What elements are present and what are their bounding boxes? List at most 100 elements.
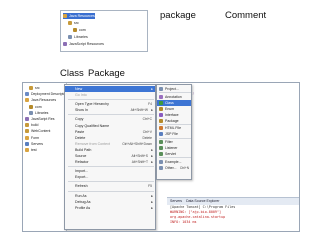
menu-item-remove-from-context[interactable]: Remove from Context Ctrl+Alt+Shift+Down bbox=[65, 141, 155, 147]
console-tab[interactable]: Servers bbox=[170, 198, 182, 205]
folder-icon bbox=[68, 21, 72, 25]
menu-item-show-in[interactable]: Show In Alt+Shift+W ▸ bbox=[65, 107, 155, 113]
submenu-arrow-icon: ▸ bbox=[151, 193, 153, 198]
jsp-file-icon bbox=[159, 132, 163, 137]
tree-item[interactable]: src bbox=[25, 85, 40, 91]
menu-item-copy[interactable]: Copy Ctrl+C bbox=[65, 116, 155, 122]
submenu-item-label: Project... bbox=[165, 87, 179, 91]
menu-item-new[interactable]: New ▸ bbox=[65, 86, 155, 92]
menu-item-label: Show In bbox=[75, 108, 88, 113]
project-explorer: src Deployment Descriptor Java Resources co… bbox=[23, 83, 67, 231]
menu-item-copy-qualified-name[interactable]: Copy Qualified Name bbox=[65, 123, 155, 129]
menu-separator bbox=[68, 181, 154, 183]
menu-item-shortcut: Ctrl+N bbox=[179, 165, 189, 170]
listener-icon bbox=[159, 146, 163, 151]
tree-item[interactable]: build bbox=[25, 122, 38, 128]
submenu-item-label: Example... bbox=[165, 159, 182, 164]
submenu-item-jsp-file[interactable]: JSP File bbox=[157, 131, 191, 137]
menu-separator bbox=[68, 114, 154, 116]
caption-class: Class bbox=[60, 68, 84, 79]
folder-icon bbox=[25, 98, 29, 103]
tree-item[interactable]: src bbox=[63, 20, 79, 26]
menu-item-label: Paste bbox=[75, 129, 85, 134]
caption-package: package bbox=[160, 10, 196, 21]
folder-icon bbox=[25, 123, 29, 128]
menu-item-label: Copy Qualified Name bbox=[75, 123, 110, 128]
folder-icon bbox=[25, 129, 29, 134]
tree-item[interactable]: Libraries bbox=[63, 34, 88, 40]
menu-item-open-type-hierarchy[interactable]: Open Type Hierarchy F4 bbox=[65, 101, 155, 107]
submenu-item-package[interactable]: Package bbox=[157, 118, 191, 124]
menu-separator bbox=[68, 99, 154, 101]
tree-item[interactable]: Libraries bbox=[25, 110, 48, 116]
menu-item-profile-as[interactable]: Profile As ▸ bbox=[65, 205, 155, 211]
folder-icon bbox=[73, 28, 77, 32]
folder-icon bbox=[25, 117, 29, 121]
tree-item-label: Libraries bbox=[74, 35, 88, 39]
tree-item-label: com bbox=[35, 104, 42, 109]
menu-item-paste[interactable]: Paste Ctrl+V bbox=[65, 129, 155, 135]
menu-item-source[interactable]: Source Alt+Shift+S ▸ bbox=[65, 153, 155, 159]
tree-item-label: src bbox=[74, 21, 79, 25]
annotation-icon bbox=[159, 94, 163, 99]
menu-item-debug-as[interactable]: Debug As ▸ bbox=[65, 199, 155, 205]
tree-item-label: JavaScript Resources bbox=[69, 42, 104, 46]
new-submenu: Project... Annotation Class Enum Interface Pa… bbox=[156, 84, 192, 180]
menu-item-export[interactable]: Export... bbox=[65, 174, 155, 180]
tree-item[interactable]: Deployment Descriptor bbox=[25, 91, 67, 97]
tree-item[interactable]: com bbox=[25, 104, 42, 110]
tree-item-label: Java Resources bbox=[69, 14, 95, 18]
tree-item-label: Servers bbox=[31, 141, 44, 146]
tree-item[interactable]: Java Resources bbox=[25, 97, 56, 103]
console-tab[interactable]: Data Source Explorer bbox=[186, 198, 219, 205]
tree-item[interactable]: Java Resources bbox=[63, 13, 95, 19]
tree-item[interactable]: com bbox=[63, 27, 86, 33]
tree-item[interactable]: Form bbox=[25, 135, 39, 141]
tree-item[interactable]: WebContent bbox=[25, 128, 50, 134]
menu-item-label: Remove from Context bbox=[75, 141, 110, 146]
menu-item-label: Profile As bbox=[75, 205, 91, 210]
submenu-item-label: Servlet bbox=[165, 152, 176, 156]
menu-item-go-into[interactable]: Go Into bbox=[65, 92, 155, 98]
tree-item[interactable]: Servers bbox=[25, 141, 43, 147]
submenu-item-project[interactable]: Project... bbox=[157, 86, 191, 92]
folder-icon bbox=[63, 14, 67, 18]
caption-package-2: Package bbox=[88, 68, 125, 79]
menu-item-import[interactable]: Import... bbox=[65, 168, 155, 174]
tree-item-label: src bbox=[35, 86, 40, 90]
menu-item-shortcut: Ctrl+Alt+Shift+Down bbox=[122, 141, 152, 146]
submenu-item-label: Annotation bbox=[165, 94, 182, 99]
servlet-icon bbox=[159, 152, 163, 156]
submenu-item-label: Filter bbox=[165, 140, 173, 145]
submenu-item-label: Interface bbox=[165, 112, 179, 117]
tree-item[interactable]: JavaScript Res bbox=[25, 116, 55, 122]
tree-item-label: JavaScript Res bbox=[31, 117, 55, 121]
console-panel: Servers Data Source Explorer [Apache Tomc… bbox=[167, 197, 299, 231]
menu-item-refresh[interactable]: Refresh F5 bbox=[65, 183, 155, 189]
menu-item-shortcut: Alt+Shift+W bbox=[130, 108, 148, 113]
context-menu: New ▸ Go Into Open Type Hierarchy F4 Show In A… bbox=[64, 84, 156, 230]
menu-item-label: Refresh bbox=[75, 184, 88, 189]
menu-item-label: Copy bbox=[75, 117, 84, 122]
menu-item-label: Delete bbox=[75, 135, 86, 140]
submenu-item-other[interactable]: Other... Ctrl+N bbox=[157, 165, 191, 171]
menu-item-run-as[interactable]: Run As ▸ bbox=[65, 193, 155, 199]
html-file-icon bbox=[159, 126, 163, 131]
console-line: INFO: 1034 ms bbox=[170, 220, 197, 224]
folder-icon bbox=[29, 104, 33, 109]
tree-item-label: Java Resources bbox=[31, 98, 57, 103]
menu-item-delete[interactable]: Delete Delete bbox=[65, 135, 155, 141]
console-tabs: Servers Data Source Explorer bbox=[167, 198, 299, 205]
package-icon bbox=[159, 118, 163, 123]
tree-item[interactable]: test bbox=[25, 147, 37, 153]
menu-item-build-path[interactable]: Build Path ▸ bbox=[65, 147, 155, 153]
folder-icon bbox=[29, 86, 33, 90]
submenu-item-label: Listener bbox=[165, 146, 178, 151]
submenu-arrow-icon: ▸ bbox=[151, 87, 153, 91]
menu-item-label: Refactor bbox=[75, 160, 89, 165]
tree-item[interactable]: JavaScript Resources bbox=[63, 41, 104, 47]
caption-comment: Comment bbox=[225, 10, 267, 21]
folder-icon bbox=[68, 35, 72, 39]
menu-item-refactor[interactable]: Refactor Alt+Shift+T ▸ bbox=[65, 159, 155, 165]
submenu-item-servlet[interactable]: Servlet bbox=[157, 151, 191, 157]
